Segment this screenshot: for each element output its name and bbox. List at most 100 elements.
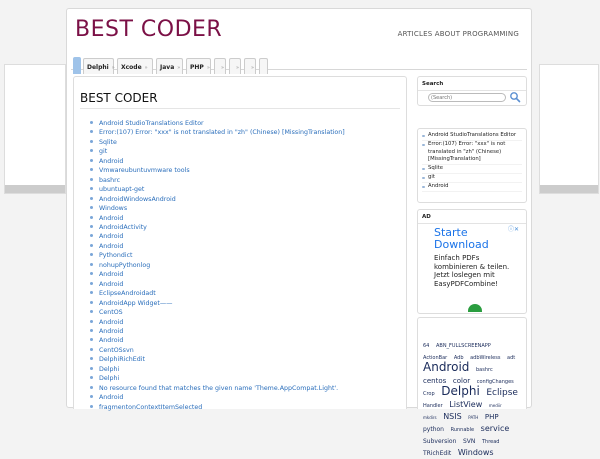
right-ad-placeholder [539, 64, 599, 194]
post-link[interactable]: Android [90, 393, 400, 402]
search-icon[interactable] [509, 91, 521, 103]
tag-cloud-widget: 64 ABN_FULLSCREENAPP ActionBar Adb adbWi… [417, 317, 527, 457]
tag-link[interactable]: configChanges [477, 379, 514, 385]
post-link[interactable]: Android [90, 232, 400, 241]
ad-widget: AD ⓘ✕ Starte Download Einfach PDFs kombi… [417, 209, 527, 314]
post-link[interactable]: Error:(107) Error: "xxx" is not translat… [90, 128, 400, 137]
tag-link[interactable]: Subversion [423, 438, 456, 445]
post-link[interactable]: Android [90, 318, 400, 327]
post-link[interactable]: Delphi [90, 365, 400, 374]
nav-tab-item-6[interactable]: » [244, 58, 256, 74]
nav-tab-java[interactable]: Java» [156, 58, 183, 74]
site-title[interactable]: BEST CODER [75, 17, 222, 42]
tag-link[interactable]: TRichEdit [423, 450, 451, 457]
ad-banner[interactable]: ⓘ✕ Starte Download Einfach PDFs kombinie… [423, 224, 521, 312]
post-link[interactable]: DelphiRichEdit [90, 355, 400, 364]
tag-link[interactable]: ListView [449, 400, 482, 409]
tag-link[interactable]: Crop [423, 391, 435, 397]
tag-link[interactable]: mkdirs [423, 415, 437, 420]
tag-link[interactable]: Runnable [451, 427, 474, 433]
post-link[interactable]: ubuntuapt-get [90, 185, 400, 194]
post-link[interactable]: Delphi [90, 374, 400, 383]
search-widget: Search [417, 76, 527, 106]
post-link[interactable]: No resource found that matches the given… [90, 384, 400, 393]
recent-posts-widget: Android StudioTranslations Editor Error:(… [417, 128, 527, 203]
post-link[interactable]: CentOSsvn [90, 346, 400, 355]
recent-post-link[interactable]: Android [422, 183, 522, 192]
recent-post-link[interactable]: Android StudioTranslations Editor [422, 132, 522, 141]
post-link[interactable]: AndroidApp Widget—— [90, 299, 400, 308]
ad-action-button[interactable] [468, 304, 482, 312]
post-link[interactable]: Android [90, 336, 400, 345]
ad-body-text: Einfach PDFs kombinieren & teilen. Jetzt… [434, 254, 510, 288]
tag-link[interactable]: adbWireless [470, 355, 500, 361]
chevron-right-icon: » [236, 65, 240, 71]
post-link[interactable]: fragmentonContextItemSelected [90, 403, 400, 412]
chevron-right-icon: » [177, 65, 181, 71]
nav-home-tab[interactable] [73, 57, 81, 74]
post-link[interactable]: Android [90, 157, 400, 166]
post-link[interactable]: Android [90, 327, 400, 336]
site-tagline: ARTICLES ABOUT PROGRAMMING [397, 30, 519, 38]
tag-link[interactable]: 64 [423, 343, 429, 349]
tag-link[interactable]: Android [423, 360, 469, 374]
chevron-right-icon: » [221, 65, 225, 71]
tag-link[interactable]: PHP [485, 413, 499, 421]
post-link[interactable]: Vmwareubuntuvmware tools [90, 166, 400, 175]
nav-tab-item-7[interactable] [259, 58, 268, 74]
tag-link[interactable]: python [423, 426, 444, 433]
chevron-right-icon: » [111, 65, 115, 71]
tag-link[interactable]: ABN_FULLSCREENAPP [436, 343, 491, 349]
tag-link[interactable]: Windows [458, 448, 494, 457]
post-link[interactable]: Sqlite [90, 138, 400, 147]
tag-link[interactable]: Handler [423, 403, 443, 409]
post-link[interactable]: git [90, 147, 400, 156]
tag-link[interactable]: SVN [463, 438, 475, 445]
nav-bar: Delphi» Xcode» Java» PHP»»»» [71, 50, 527, 74]
page-container: BEST CODER ARTICLES ABOUT PROGRAMMING De… [66, 8, 532, 457]
post-link[interactable]: bashrc [90, 176, 400, 185]
tag-link[interactable]: Delphi [441, 384, 480, 398]
post-link[interactable]: Android [90, 214, 400, 223]
search-input[interactable] [428, 93, 506, 102]
tag-link[interactable]: PATH [468, 415, 478, 420]
chevron-right-icon: » [206, 65, 210, 71]
ad-headline[interactable]: Starte Download [434, 227, 521, 251]
post-list: Android StudioTranslations Editor Error:(… [90, 119, 400, 412]
tag-link[interactable]: service [481, 424, 510, 433]
main-content: BEST CODER Android StudioTranslations Ed… [73, 76, 407, 412]
recent-posts-list: Android StudioTranslations Editor Error:(… [418, 129, 526, 195]
title-divider [80, 108, 400, 109]
nav-tab-label: Java [160, 64, 175, 71]
nav-tab-label: Delphi [87, 64, 109, 71]
recent-post-link[interactable]: git [422, 174, 522, 183]
post-link[interactable]: nohupPythonlog [90, 261, 400, 270]
post-link[interactable]: Android [90, 270, 400, 279]
nav-tab-item-4[interactable]: » [214, 58, 226, 74]
post-link[interactable]: CentOS [90, 308, 400, 317]
tag-link[interactable]: bashrc [476, 367, 493, 373]
tag-link[interactable]: mediir [489, 403, 502, 408]
post-link[interactable]: Android StudioTranslations Editor [90, 119, 400, 128]
post-link[interactable]: AndroidActivity [90, 223, 400, 232]
nav-tab-delphi[interactable]: Delphi» [83, 58, 115, 74]
recent-post-link[interactable]: Sqlite [422, 165, 522, 174]
nav-tab-item-5[interactable]: » [229, 58, 241, 74]
post-link[interactable]: AndroidWindowsAndroid [90, 195, 400, 204]
chevron-right-icon: » [251, 65, 255, 71]
nav-tab-php[interactable]: PHP» [186, 58, 211, 74]
post-link[interactable]: Android [90, 280, 400, 289]
left-ad-placeholder [4, 64, 66, 194]
post-link[interactable]: EclipseAndroidadt [90, 289, 400, 298]
post-link[interactable]: Windows [90, 204, 400, 213]
post-link[interactable]: Pythondict [90, 251, 400, 260]
nav-tab-xcode[interactable]: Xcode» [117, 58, 153, 74]
tag-link[interactable]: NSIS [443, 412, 462, 421]
tag-link[interactable]: Thread [482, 439, 499, 445]
post-link[interactable]: Android [90, 242, 400, 251]
recent-post-link[interactable]: Error:(107) Error: "xxx" is not translat… [422, 141, 522, 165]
tag-link[interactable]: adt [507, 355, 515, 361]
nav-tab-label: PHP [190, 64, 204, 71]
tag-cloud: 64 ABN_FULLSCREENAPP ActionBar Adb adbWi… [423, 338, 523, 458]
tag-link[interactable]: Eclipse [486, 388, 518, 398]
